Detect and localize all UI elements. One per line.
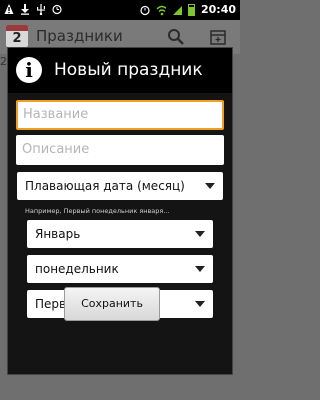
info-icon: i <box>16 57 42 83</box>
dialog-body: Название Описание Плавающая дата (месяц)… <box>8 93 232 374</box>
background-strip <box>0 375 240 400</box>
app-title: Праздники <box>36 27 123 45</box>
date-type-select[interactable]: Плавающая дата (месяц) <box>17 172 223 200</box>
battery-icon <box>187 4 195 16</box>
month-select[interactable]: Январь <box>27 220 213 248</box>
description-input[interactable]: Описание <box>16 135 224 165</box>
alarm-icon <box>52 3 62 15</box>
save-button[interactable]: Сохранить <box>64 287 160 321</box>
weekday-value: понедельник <box>35 262 119 276</box>
date-type-value: Плавающая дата (месяц) <box>25 179 185 193</box>
wifi-icon <box>156 4 166 16</box>
calendar-app-icon: 2 <box>6 25 28 47</box>
alarm-icon <box>140 4 150 16</box>
dialog-header: i Новый праздник <box>8 48 232 93</box>
signal-icon <box>172 4 182 16</box>
status-bar: 20:40 <box>0 0 240 20</box>
dialog-title: Новый праздник <box>54 60 203 80</box>
download-icon <box>20 3 30 15</box>
hint-text: Например, Первый понедельник января... <box>25 207 170 215</box>
chevron-down-icon <box>205 183 215 189</box>
new-holiday-dialog: i Новый праздник Название Описание Плава… <box>7 47 233 375</box>
chevron-down-icon <box>195 266 205 272</box>
clock: 20:40 <box>200 3 236 16</box>
alert-icon <box>4 3 14 15</box>
chevron-down-icon <box>195 231 205 237</box>
calendar-day: 2 <box>12 31 22 46</box>
system-icons: 20:40 <box>140 3 236 17</box>
chevron-down-icon <box>195 301 205 307</box>
month-value: Январь <box>35 227 81 241</box>
name-input[interactable]: Название <box>16 100 224 130</box>
usb-icon <box>36 3 46 15</box>
notification-icons <box>4 3 62 17</box>
weekday-select[interactable]: понедельник <box>27 255 213 283</box>
